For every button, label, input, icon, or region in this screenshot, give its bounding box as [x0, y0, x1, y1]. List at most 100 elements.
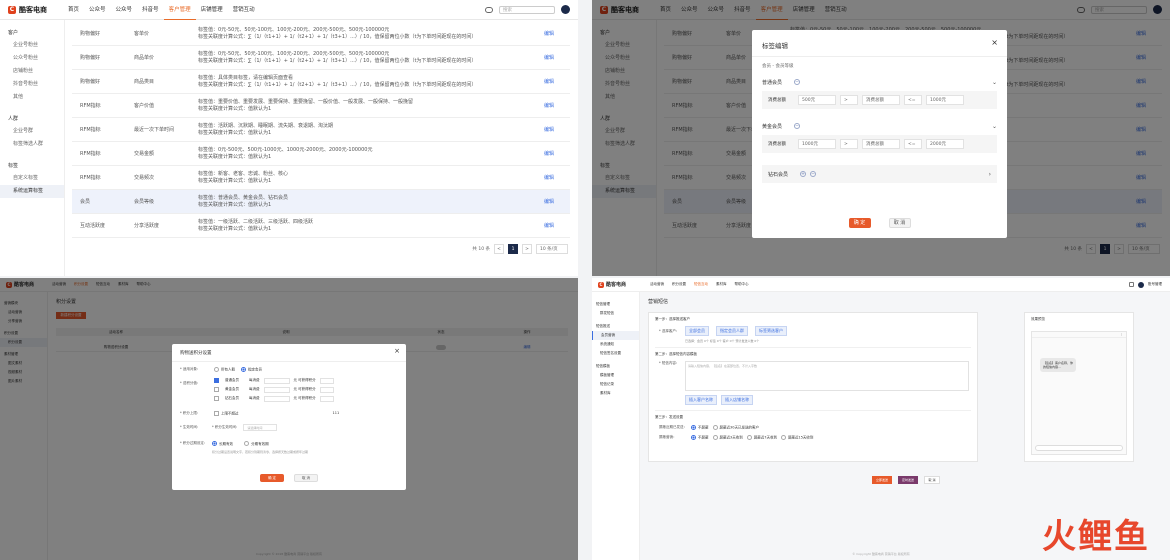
sidebar-item-douyin-fans[interactable]: 抖音号粉丝 — [0, 78, 64, 91]
minus-icon[interactable]: − — [794, 79, 801, 85]
sidebar-item-tag-crowd[interactable]: 标签筛选人群 — [0, 138, 64, 151]
chevron-down-icon[interactable]: ⌄ — [992, 79, 997, 86]
tier-header-regular[interactable]: 普通会员 − ⌄ — [762, 75, 997, 89]
confirm-button[interactable]: 确 定 — [260, 474, 284, 482]
row-edit-link[interactable]: 编辑 — [544, 150, 570, 157]
home-icon[interactable] — [1129, 282, 1134, 287]
nav-official-account[interactable]: 公众号 — [84, 0, 111, 20]
confirm-button[interactable]: 确 定 — [848, 218, 871, 228]
row-edit-link[interactable]: 编辑 — [544, 54, 570, 61]
tier-header-gold[interactable]: 黄金会员 − ⌄ — [762, 119, 997, 133]
mkt-block-3[interactable]: 屏蔽近3天收到 — [712, 434, 743, 441]
sidebar-item-enterprise-group[interactable]: 企业号群 — [0, 125, 64, 138]
cloud-icon[interactable] — [485, 6, 493, 13]
sidebar-item-system-tags[interactable]: 系统运算标签 — [0, 185, 64, 198]
recent-block-30[interactable]: 屏蔽近30天已发送的客户 — [712, 425, 759, 431]
insert-customer-name-button[interactable]: 插入客户名称 — [685, 395, 717, 405]
operator-select[interactable]: > — [840, 95, 858, 105]
tier-amount-input[interactable] — [263, 395, 290, 402]
max-input[interactable]: 1000元 — [926, 95, 964, 105]
recent-no-block[interactable]: 不屏蔽 — [691, 425, 709, 431]
schedule-send-button[interactable]: 定时发送 — [898, 476, 918, 484]
mkt-block-15[interactable]: 屏蔽近15天收到 — [780, 434, 813, 441]
sidebar-item[interactable]: 短信签名设置 — [592, 349, 639, 358]
expire-periodic[interactable]: 分期有效期 — [244, 441, 269, 446]
pager-page[interactable]: 1 — [508, 244, 518, 254]
row-edit-link[interactable]: 编辑 — [544, 30, 570, 37]
nav-official-account-2[interactable]: 公众号 — [111, 0, 138, 20]
close-icon[interactable]: × — [991, 38, 998, 47]
nav-sms[interactable]: 短信互动 — [694, 282, 708, 287]
minus-icon[interactable]: − — [810, 171, 817, 177]
effective-date-input[interactable]: 请选择时间 — [243, 424, 278, 431]
sidebar-item-custom-tags[interactable]: 自定义标签 — [0, 172, 64, 185]
row-edit-link[interactable]: 编辑 — [544, 222, 570, 229]
tier-points-input[interactable] — [319, 395, 334, 402]
member-crowd-button[interactable]: 指定会员人群 — [716, 326, 748, 336]
cancel-button[interactable]: 取 消 — [888, 218, 911, 228]
sidebar-item[interactable]: 系统通知 — [592, 340, 639, 349]
limit-option[interactable]: 上限不超过 — [214, 410, 239, 417]
max-input[interactable]: 2000元 — [926, 139, 964, 149]
all-members-button[interactable]: 全部会员 — [685, 326, 709, 336]
sidebar-item[interactable]: 会员营销 — [592, 331, 639, 340]
sidebar-item[interactable]: 素材库 — [592, 389, 639, 398]
insert-store-name-button[interactable]: 插入店铺名称 — [721, 395, 754, 405]
chevron-down-icon[interactable]: ⌄ — [992, 123, 997, 130]
sidebar-item[interactable]: 短信记录 — [592, 380, 639, 389]
min-input[interactable]: 1000元 — [798, 139, 836, 149]
cancel-button[interactable]: 取 消 — [924, 476, 940, 484]
sidebar-item-store-fans[interactable]: 店铺粉丝 — [0, 65, 64, 78]
row-edit-link[interactable]: 编辑 — [544, 126, 570, 133]
operator-select-2[interactable]: <= — [904, 139, 922, 149]
nav-help[interactable]: 帮助中心 — [735, 282, 749, 287]
row-edit-link[interactable]: 编辑 — [544, 78, 570, 85]
nav-campaigns[interactable]: 活动营销 — [650, 282, 664, 287]
sidebar-item-enterprise-fans[interactable]: 企业号粉丝 — [0, 39, 64, 52]
nav-assets[interactable]: 素材库 — [716, 282, 727, 287]
tier-checkbox[interactable] — [214, 378, 221, 383]
avatar[interactable] — [1138, 281, 1144, 288]
mkt-block-7[interactable]: 屏蔽近7天收到 — [746, 434, 777, 441]
operator-select[interactable]: > — [840, 139, 858, 149]
per-page-select[interactable]: 10 条/页 — [536, 244, 568, 254]
tier-header-diamond[interactable]: 钻石会员 + − › — [762, 165, 997, 183]
nav-marketing[interactable]: 营销互动 — [228, 0, 260, 20]
nav-customer-mgmt[interactable]: 客户管理 — [163, 0, 196, 20]
app-logo[interactable]: C 酷客电商 — [8, 5, 63, 15]
send-now-button[interactable]: 立即发送 — [872, 476, 892, 484]
field-select[interactable]: 消费总额 — [862, 139, 900, 149]
nav-douyin[interactable]: 抖音号 — [137, 0, 164, 20]
sidebar-item[interactable]: 群发短信 — [592, 309, 639, 318]
sidebar-item-other[interactable]: 其他 — [0, 91, 64, 104]
expire-permanent[interactable]: 长期有效 — [212, 441, 233, 446]
cancel-button[interactable]: 取 消 — [294, 474, 318, 482]
operator-select-2[interactable]: <= — [904, 95, 922, 105]
target-members[interactable]: 指定会员 — [241, 367, 262, 373]
tier-checkbox[interactable] — [214, 396, 221, 401]
chevron-right-icon[interactable]: › — [989, 171, 991, 178]
row-edit-link[interactable]: 编辑 — [544, 174, 570, 181]
user-menu[interactable]: 账号管理 — [1148, 282, 1162, 287]
sms-content-textarea[interactable]: 请输入短信内容，【签名】在首部位置，不计入字数 — [685, 361, 969, 391]
tier-checkbox[interactable] — [214, 387, 221, 392]
sidebar-item[interactable]: 模板管理 — [592, 371, 639, 380]
sidebar-item-oa-fans[interactable]: 公众号粉丝 — [0, 52, 64, 65]
row-edit-link[interactable]: 编辑 — [544, 102, 570, 109]
avatar[interactable] — [561, 5, 570, 14]
target-all[interactable]: 所有人群 — [214, 367, 235, 373]
nav-store-mgmt[interactable]: 店铺管理 — [196, 0, 228, 20]
row-edit-link[interactable]: 编辑 — [544, 198, 570, 205]
tier-amount-input[interactable] — [263, 386, 290, 393]
close-icon[interactable]: × — [394, 347, 400, 355]
field-select[interactable]: 消费总额 — [862, 95, 900, 105]
nav-home[interactable]: 首页 — [63, 0, 84, 20]
plus-icon[interactable]: + — [800, 171, 807, 177]
min-input[interactable]: 500元 — [798, 95, 836, 105]
mkt-no-block[interactable]: 不屏蔽 — [691, 434, 709, 441]
tier-amount-input[interactable] — [263, 377, 290, 384]
nav-points[interactable]: 积分设置 — [672, 282, 686, 287]
tier-points-input[interactable] — [319, 377, 334, 384]
minus-icon[interactable]: − — [794, 123, 801, 129]
pager-prev[interactable]: < — [494, 244, 504, 254]
